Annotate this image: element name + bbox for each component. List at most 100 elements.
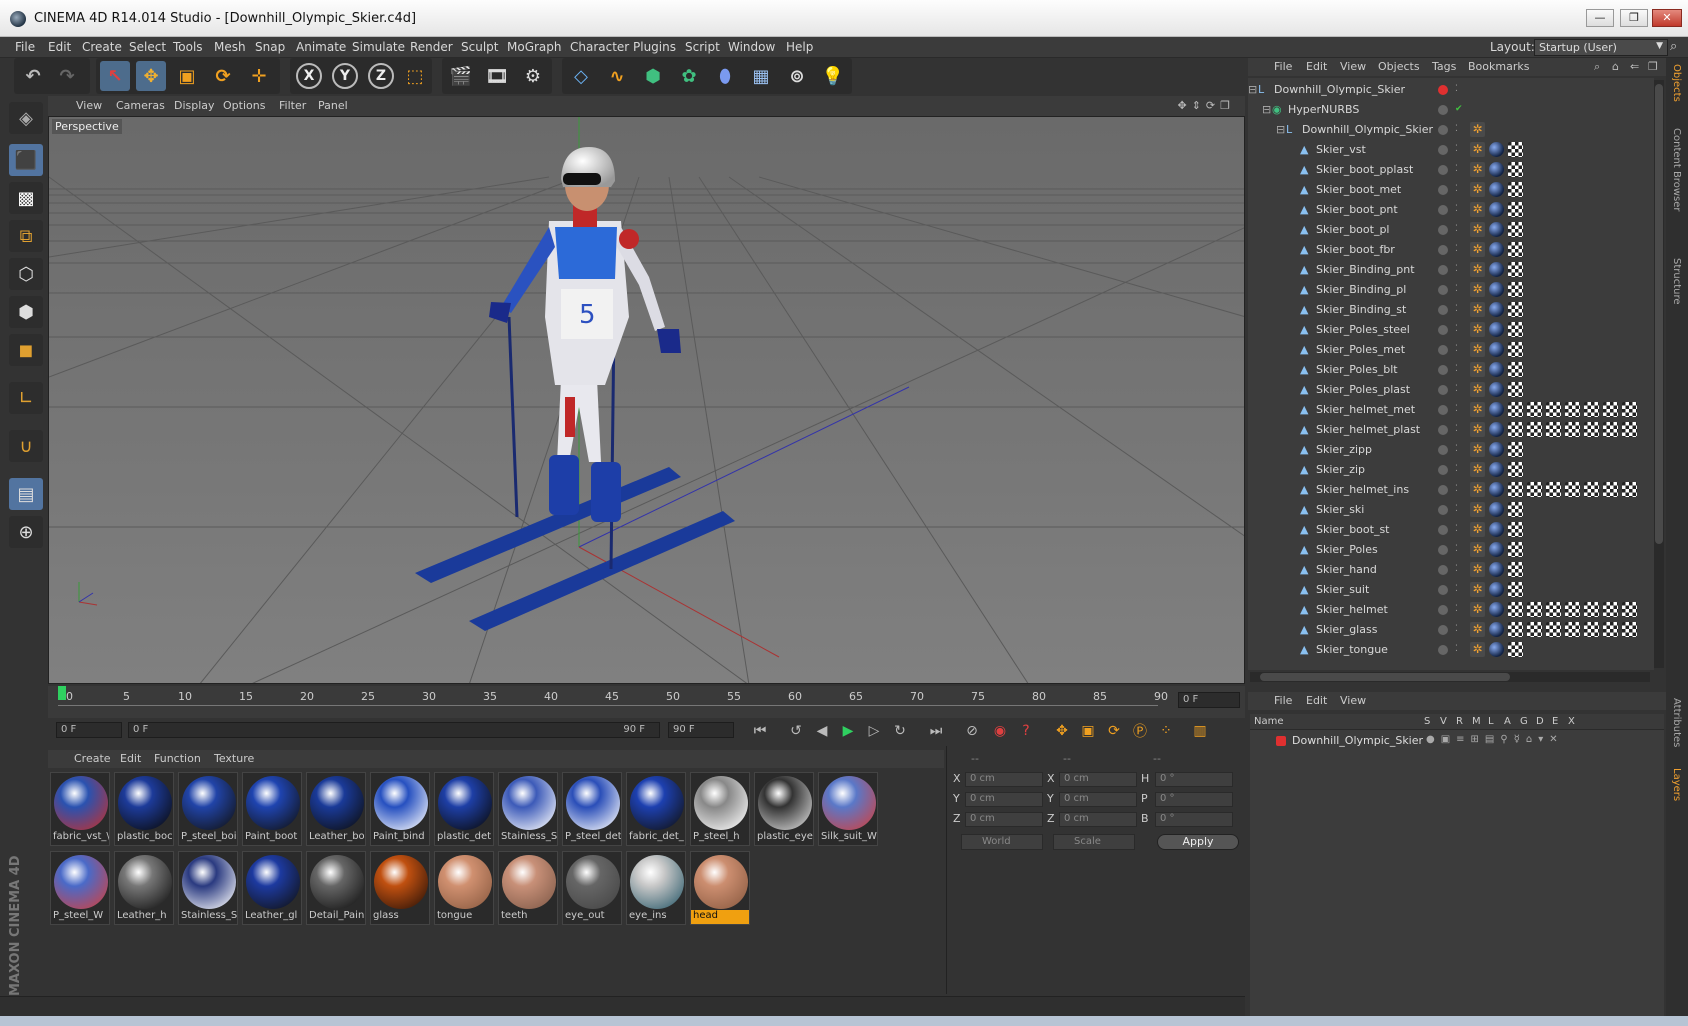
uvw-tag-icon[interactable] (1508, 482, 1523, 497)
previous-key-icon[interactable]: ↺ (784, 720, 808, 742)
uvw-tag-icon[interactable] (1508, 462, 1523, 477)
object-name[interactable]: Skier_hand (1316, 563, 1377, 576)
end-frame-field[interactable]: 90 F (668, 722, 734, 738)
phong-tag-icon[interactable]: ✲ (1470, 422, 1485, 437)
render-visibility-icon[interactable]: ⁚ (1455, 604, 1458, 614)
object-row[interactable]: ▲ Skier_Binding_pl ⁚ ✲ (1248, 280, 1654, 300)
object-row[interactable]: ▲ Skier_vst ⁚ ✲ (1248, 140, 1654, 160)
material-tag-icon[interactable] (1489, 502, 1504, 517)
size-mode-dropdown[interactable]: Scale (1053, 834, 1135, 850)
layer-header-locked[interactable]: L (1488, 716, 1494, 727)
key-scale-icon[interactable]: ▣ (1076, 720, 1100, 742)
position-z-field[interactable]: 0 cm (965, 812, 1043, 827)
visibility-dot-icon[interactable] (1438, 525, 1448, 535)
layer-name[interactable]: Downhill_Olympic_Skier (1292, 734, 1423, 747)
render-visibility-icon[interactable]: ⁚ (1455, 204, 1458, 214)
visibility-dot-icon[interactable] (1438, 565, 1448, 575)
object-name[interactable]: HyperNURBS (1288, 103, 1359, 116)
z-axis-icon[interactable]: Z (368, 63, 394, 89)
object-row[interactable]: ▲ Skier_Poles ⁚ ✲ (1248, 540, 1654, 560)
uvw-tag-icon[interactable] (1603, 602, 1618, 617)
uvw-tag-icon[interactable] (1508, 262, 1523, 277)
material-thumbnail[interactable]: plastic_det (434, 772, 494, 846)
object-row[interactable]: ▲ Skier_boot_pl ⁚ ✲ (1248, 220, 1654, 240)
object-name[interactable]: Skier_ski (1316, 503, 1364, 516)
visibility-dot-icon[interactable] (1438, 465, 1448, 475)
uvw-tag-icon[interactable] (1622, 602, 1637, 617)
object-name[interactable]: Downhill_Olympic_Skier (1302, 123, 1433, 136)
visibility-dot-icon[interactable] (1438, 585, 1448, 595)
phong-tag-icon[interactable]: ✲ (1470, 442, 1485, 457)
layer-row[interactable]: Downhill_Olympic_Skier ●▣≡⊞▤⚲☿⌂▾✕ (1250, 732, 1664, 750)
menu-script[interactable]: Script (685, 40, 720, 54)
tab-structure[interactable]: Structure (1671, 258, 1682, 305)
rotation-p-field[interactable]: 0 ° (1155, 792, 1233, 807)
viewport-camera-label[interactable]: Perspective (52, 119, 122, 134)
layout-dropdown[interactable]: Startup (User) ▼ (1534, 39, 1668, 56)
object-row[interactable]: ▲ Skier_hand ⁚ ✲ (1248, 560, 1654, 580)
visibility-dot-icon[interactable] (1438, 385, 1448, 395)
material-tag-icon[interactable] (1489, 402, 1504, 417)
spline-icon[interactable]: ∿ (602, 61, 632, 91)
size-z-field[interactable]: 0 cm (1059, 812, 1137, 827)
uvw-tag-icon[interactable] (1622, 482, 1637, 497)
record-active-icon[interactable]: ◉ (988, 720, 1012, 742)
apply-button[interactable]: Apply (1157, 834, 1239, 850)
phong-tag-icon[interactable]: ✲ (1470, 242, 1485, 257)
position-y-field[interactable]: 0 cm (965, 792, 1043, 807)
uvw-tag-icon[interactable] (1527, 402, 1542, 417)
material-thumbnail[interactable]: tongue (434, 851, 494, 925)
make-editable-icon[interactable]: ◈ (9, 102, 43, 134)
render-visibility-icon[interactable]: ⁚ (1455, 364, 1458, 374)
uvw-tag-icon[interactable] (1584, 602, 1599, 617)
nurbs-icon[interactable]: ⬢ (638, 61, 668, 91)
visibility-dot-icon[interactable] (1438, 265, 1448, 275)
material-menu-create[interactable]: Create (74, 752, 111, 765)
material-tag-icon[interactable] (1489, 542, 1504, 557)
material-tag-icon[interactable] (1489, 322, 1504, 337)
visibility-dot-icon[interactable] (1438, 205, 1448, 215)
objects-menu-view[interactable]: View (1340, 60, 1366, 73)
material-tag-icon[interactable] (1489, 522, 1504, 537)
objects-menu-tags[interactable]: Tags (1432, 60, 1456, 73)
uvw-tag-icon[interactable] (1508, 242, 1523, 257)
position-x-field[interactable]: 0 cm (965, 772, 1043, 787)
phong-tag-icon[interactable]: ✲ (1470, 142, 1485, 157)
uvw-tag-icon[interactable] (1584, 622, 1599, 637)
magnet-icon[interactable]: ∪ (9, 430, 43, 462)
visibility-dot-icon[interactable] (1438, 125, 1448, 135)
object-name[interactable]: Downhill_Olympic_Skier (1274, 83, 1405, 96)
uvw-tag-icon[interactable] (1508, 402, 1523, 417)
object-row[interactable]: ▲ Skier_Poles_plast ⁚ ✲ (1248, 380, 1654, 400)
viewport-menu-options[interactable]: Options (223, 99, 265, 112)
snap-icon[interactable]: ⊕ (9, 516, 43, 548)
uvw-tag-icon[interactable] (1565, 622, 1580, 637)
object-name[interactable]: Skier_helmet_met (1316, 403, 1415, 416)
phong-tag-icon[interactable]: ✲ (1470, 602, 1485, 617)
object-name[interactable]: Skier_Poles_plast (1316, 383, 1410, 396)
uvw-tag-icon[interactable] (1622, 402, 1637, 417)
previous-frame-icon[interactable]: ◀ (810, 720, 834, 742)
object-name[interactable]: Skier_boot_met (1316, 183, 1401, 196)
material-tag-icon[interactable] (1489, 582, 1504, 597)
render-visibility-icon[interactable]: ⁚ (1455, 464, 1458, 474)
phong-tag-icon[interactable]: ✲ (1470, 542, 1485, 557)
object-row[interactable]: ▲ Skier_boot_met ⁚ ✲ (1248, 180, 1654, 200)
render-visibility-icon[interactable]: ⁚ (1455, 624, 1458, 634)
object-row[interactable]: ▲ Skier_helmet ⁚ ✲ (1248, 600, 1654, 620)
material-tag-icon[interactable] (1489, 602, 1504, 617)
object-manager-horizontal-scrollbar[interactable] (1250, 672, 1650, 682)
array-icon[interactable]: ✿ (674, 61, 704, 91)
viewport-menu-display[interactable]: Display (174, 99, 215, 112)
next-frame-icon[interactable]: ▷ (862, 720, 886, 742)
layer-header-manager[interactable]: M (1472, 716, 1481, 727)
object-row[interactable]: ▲ Skier_Binding_pnt ⁚ ✲ (1248, 260, 1654, 280)
visibility-dot-icon[interactable] (1438, 605, 1448, 615)
phong-tag-icon[interactable]: ✲ (1470, 122, 1485, 137)
material-thumbnail[interactable]: P_steel_W (50, 851, 110, 925)
texture-mode-icon[interactable]: ▩ (9, 182, 43, 214)
phong-tag-icon[interactable]: ✲ (1470, 502, 1485, 517)
object-name[interactable]: Skier_tongue (1316, 643, 1388, 656)
phong-tag-icon[interactable]: ✲ (1470, 582, 1485, 597)
render-visibility-icon[interactable]: ⁚ (1455, 184, 1458, 194)
